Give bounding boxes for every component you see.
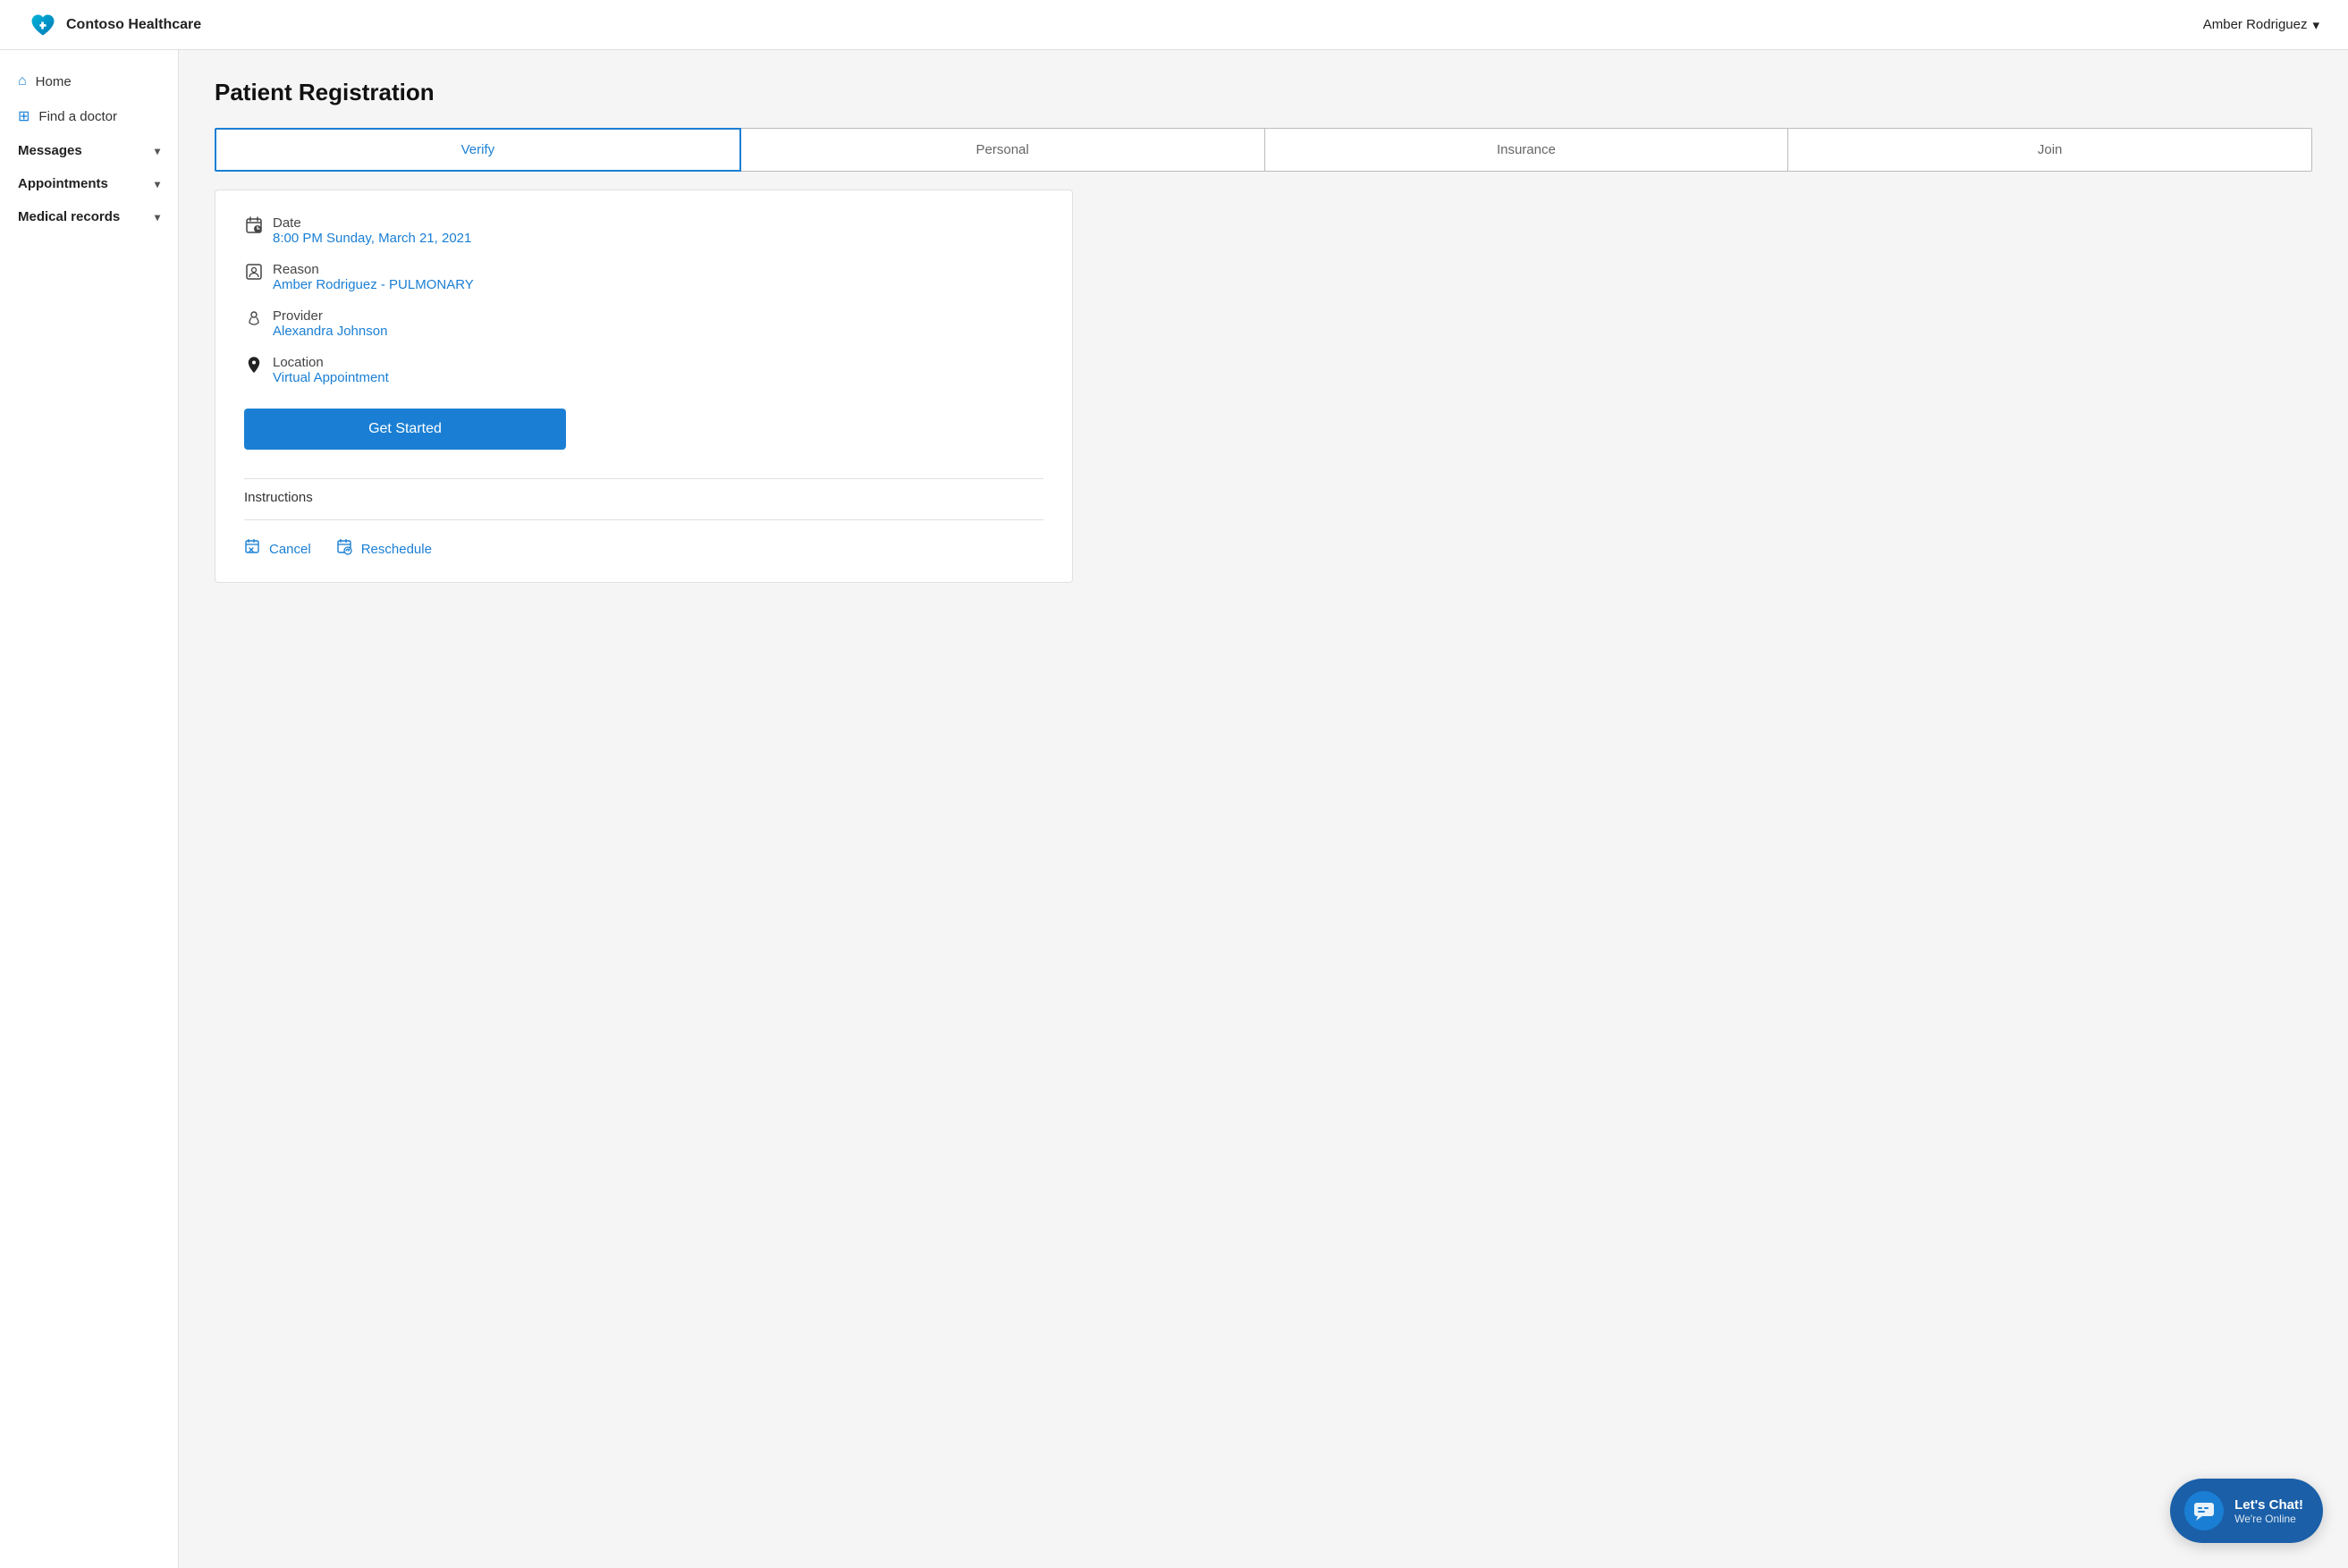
cancel-button[interactable]: Cancel [244, 538, 311, 561]
provider-row: Provider Alexandra Johnson [244, 308, 1043, 339]
messages-chevron-icon: ▾ [155, 145, 160, 157]
reason-value: Amber Rodriguez - PULMONARY [273, 277, 474, 292]
location-value: Virtual Appointment [273, 370, 389, 385]
brand: Contoso Healthcare [29, 11, 201, 39]
main-content: Patient Registration Verify Personal Ins… [179, 50, 2348, 1568]
date-icon [244, 216, 264, 239]
logo-icon [29, 11, 57, 39]
chat-text: Let's Chat! We're Online [2234, 1497, 2303, 1525]
get-started-button[interactable]: Get Started [244, 409, 566, 450]
home-icon: ⌂ [18, 73, 27, 89]
header: Contoso Healthcare Amber Rodriguez ▾ [0, 0, 2348, 50]
reschedule-label: Reschedule [361, 542, 432, 557]
reschedule-button[interactable]: Reschedule [336, 538, 432, 561]
sidebar-section-messages[interactable]: Messages ▾ [0, 134, 178, 167]
provider-content: Provider Alexandra Johnson [273, 308, 387, 339]
appointment-card: Date 8:00 PM Sunday, March 21, 2021 Reas… [215, 190, 1073, 583]
sidebar-item-find-doctor[interactable]: ⊞ Find a doctor [0, 98, 178, 134]
reason-row: Reason Amber Rodriguez - PULMONARY [244, 262, 1043, 292]
medical-records-chevron-icon: ▾ [155, 211, 160, 223]
date-value: 8:00 PM Sunday, March 21, 2021 [273, 231, 471, 246]
provider-label: Provider [273, 308, 387, 324]
user-chevron-icon: ▾ [2312, 17, 2319, 33]
chat-widget[interactable]: Let's Chat! We're Online [2170, 1479, 2323, 1543]
tab-join[interactable]: Join [1788, 128, 2312, 172]
provider-value: Alexandra Johnson [273, 324, 387, 339]
sidebar-find-doctor-label: Find a doctor [38, 109, 117, 124]
provider-icon [244, 309, 264, 332]
sidebar-section-appointments[interactable]: Appointments ▾ [0, 167, 178, 200]
date-row: Date 8:00 PM Sunday, March 21, 2021 [244, 215, 1043, 246]
tab-personal[interactable]: Personal [741, 128, 1265, 172]
chat-subtitle: We're Online [2234, 1513, 2303, 1525]
tab-verify[interactable]: Verify [215, 128, 741, 172]
date-label: Date [273, 215, 471, 231]
user-menu[interactable]: Amber Rodriguez ▾ [2203, 17, 2319, 33]
cancel-icon [244, 538, 262, 561]
location-label: Location [273, 355, 389, 370]
reason-icon [244, 263, 264, 285]
appointments-chevron-icon: ▾ [155, 178, 160, 190]
page-title: Patient Registration [215, 79, 2312, 106]
sidebar-messages-label: Messages [18, 143, 82, 158]
chat-icon [2184, 1491, 2224, 1530]
date-content: Date 8:00 PM Sunday, March 21, 2021 [273, 215, 471, 246]
sidebar-appointments-label: Appointments [18, 176, 108, 191]
reason-label: Reason [273, 262, 474, 277]
card-actions: Cancel Reschedule [244, 531, 1043, 561]
sidebar: ⌂ Home ⊞ Find a doctor Messages ▾ Appoin… [0, 50, 179, 1568]
sidebar-section-medical-records[interactable]: Medical records ▾ [0, 200, 178, 233]
cancel-label: Cancel [269, 542, 311, 557]
location-row: Location Virtual Appointment [244, 355, 1043, 385]
location-icon [244, 356, 264, 378]
tab-insurance[interactable]: Insurance [1265, 128, 1789, 172]
divider-actions [244, 519, 1043, 520]
reason-content: Reason Amber Rodriguez - PULMONARY [273, 262, 474, 292]
instructions-label: Instructions [244, 490, 1043, 505]
sidebar-medical-records-label: Medical records [18, 209, 120, 224]
chat-title: Let's Chat! [2234, 1497, 2303, 1513]
reschedule-icon [336, 538, 354, 561]
user-name: Amber Rodriguez [2203, 17, 2308, 32]
tabs: Verify Personal Insurance Join [215, 128, 2312, 172]
brand-name: Contoso Healthcare [66, 17, 201, 33]
divider-instructions [244, 478, 1043, 479]
find-doctor-icon: ⊞ [18, 107, 30, 125]
sidebar-item-home[interactable]: ⌂ Home [0, 64, 178, 98]
location-content: Location Virtual Appointment [273, 355, 389, 385]
sidebar-home-label: Home [36, 74, 72, 89]
